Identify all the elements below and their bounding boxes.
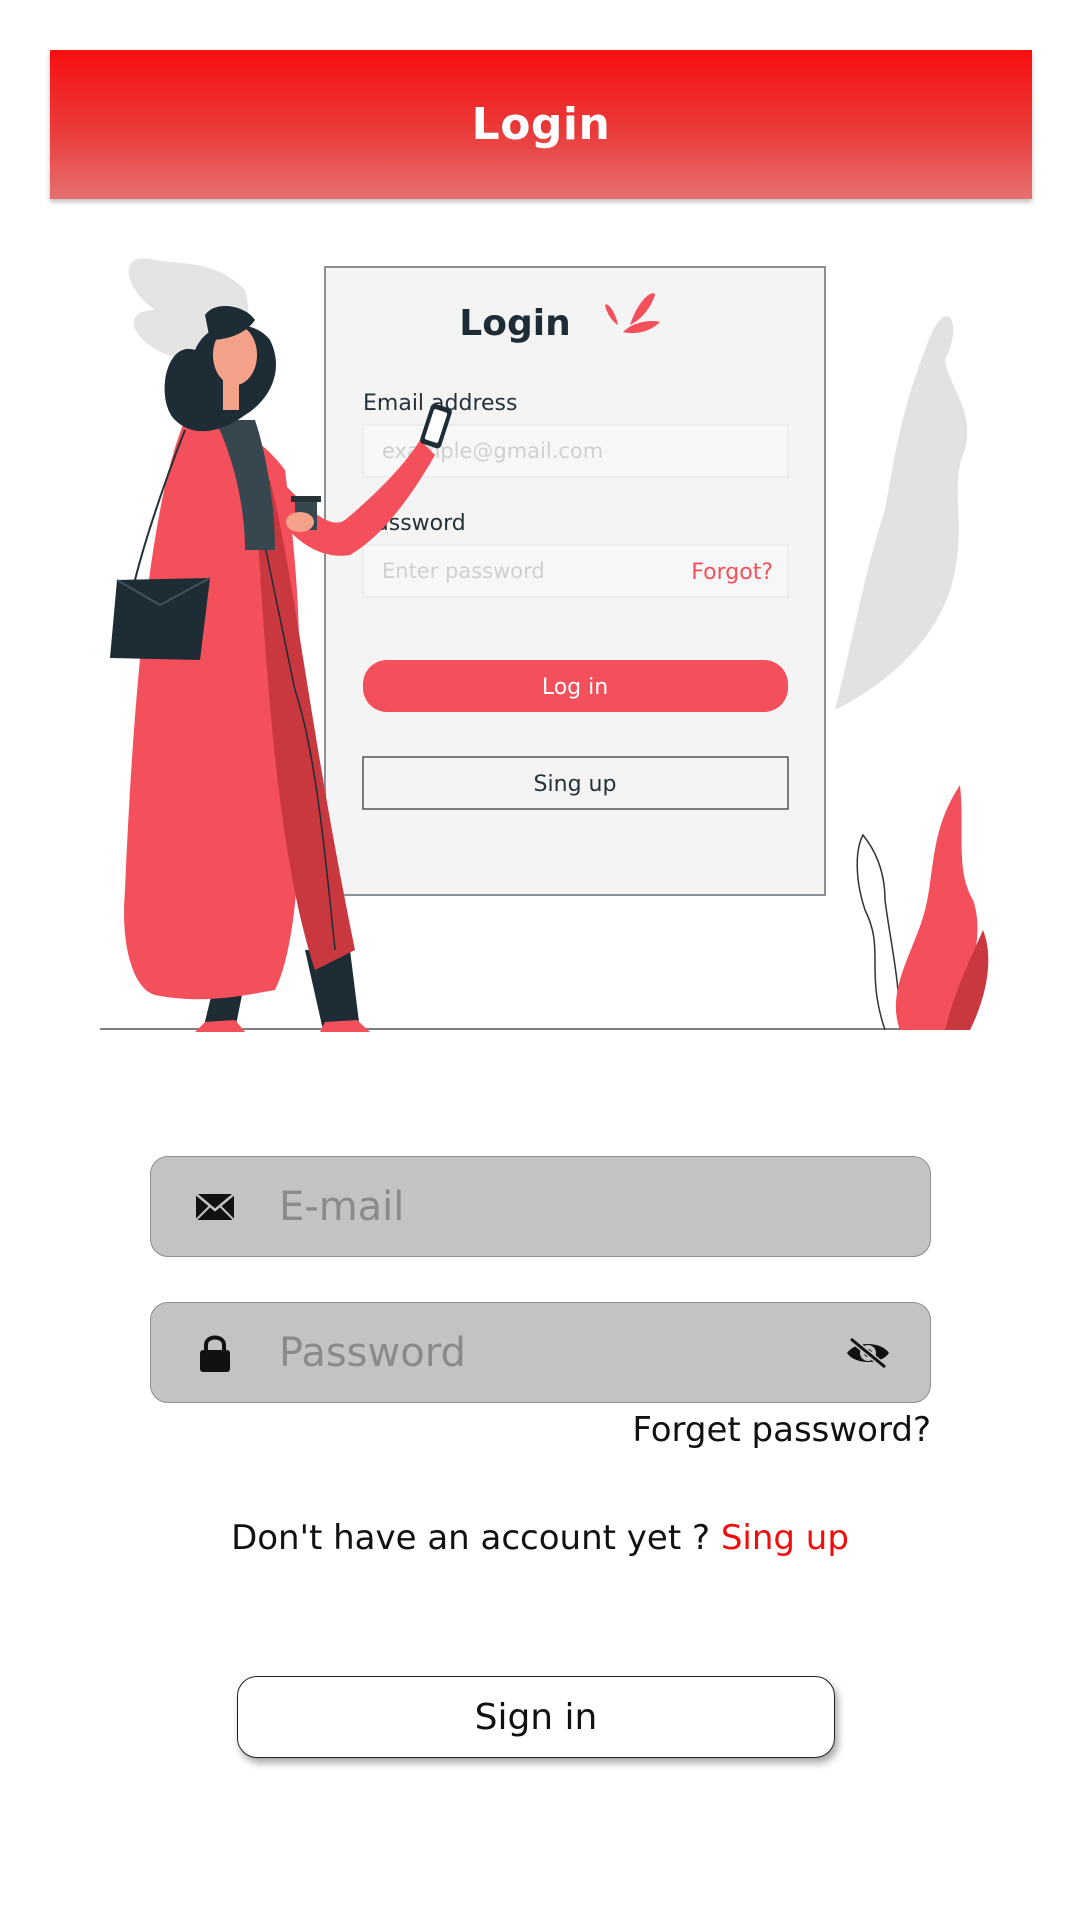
envelope-icon xyxy=(185,1182,245,1232)
mock-signup-button-label: Sing up xyxy=(534,772,617,797)
plant-red-decoration xyxy=(895,785,989,1030)
app-header: Login xyxy=(50,50,1032,199)
password-input[interactable] xyxy=(277,1316,838,1389)
email-input[interactable] xyxy=(277,1170,930,1243)
leaf-right-decoration xyxy=(835,316,968,710)
email-field-container[interactable] xyxy=(150,1156,931,1257)
lock-icon xyxy=(185,1328,245,1378)
forget-password-link[interactable]: Forget password? xyxy=(632,1410,931,1450)
signup-link[interactable]: Sing up xyxy=(721,1518,849,1558)
mock-password-placeholder: Enter password xyxy=(382,559,545,583)
signin-button[interactable]: Sign in xyxy=(237,1676,835,1758)
signup-prompt: Don't have an account yet ? Sing up xyxy=(0,1518,1080,1558)
eye-off-icon[interactable] xyxy=(838,1328,898,1378)
page-title: Login xyxy=(471,99,611,150)
login-illustration: Login Email address example@gmail.com Pa… xyxy=(100,258,989,1032)
mock-forgot-link: Forgot? xyxy=(691,560,773,585)
plant-outline-decoration xyxy=(856,833,901,1031)
mock-card-title: Login xyxy=(459,303,570,344)
mock-login-button-label: Log in xyxy=(542,675,608,700)
no-account-text: Don't have an account yet ? xyxy=(231,1518,721,1558)
password-field-container[interactable] xyxy=(150,1302,931,1403)
